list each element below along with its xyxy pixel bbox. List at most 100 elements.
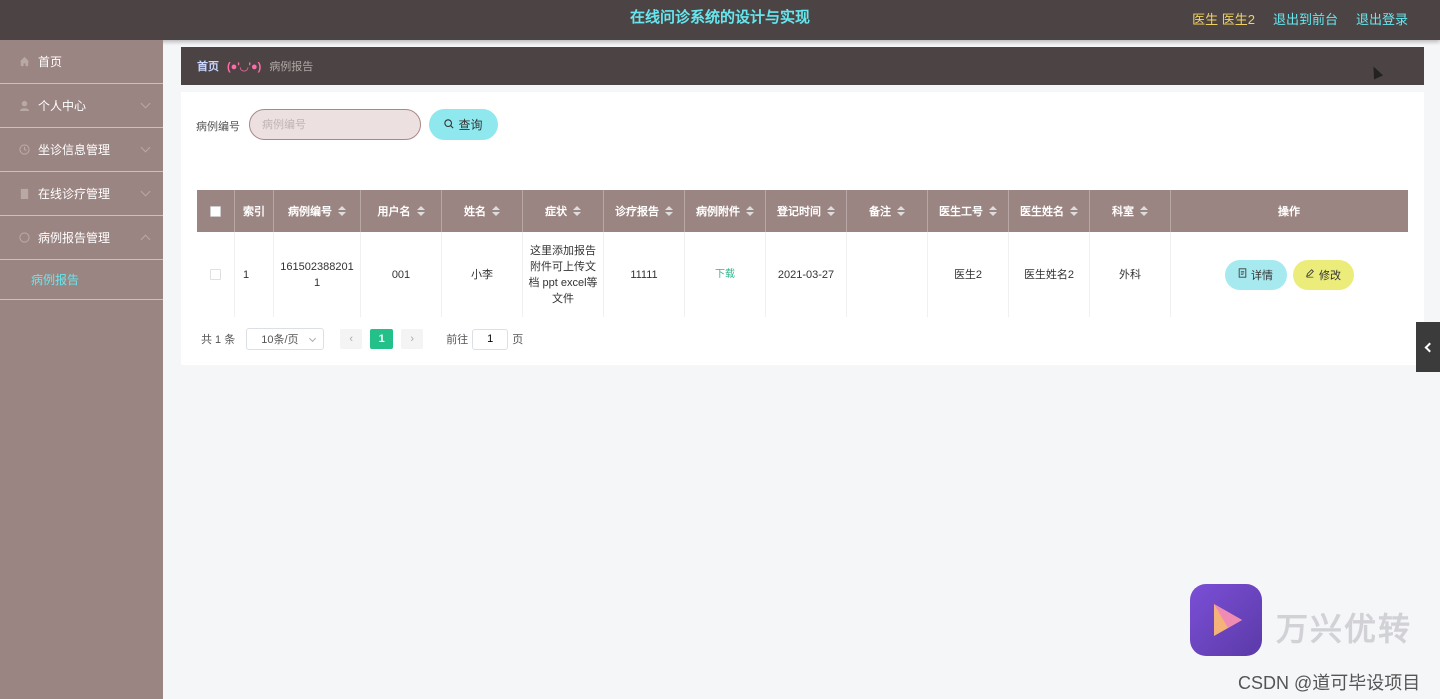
col-header-reg-time[interactable]: 登记时间 xyxy=(766,190,847,232)
sidebar-subitem-case-report[interactable]: 病例报告 xyxy=(0,260,163,300)
sidebar-item-personal-center[interactable]: 个人中心 xyxy=(0,84,163,128)
sidebar-item-online-treatment[interactable]: 在线诊疗管理 xyxy=(0,172,163,216)
collapse-panel-button[interactable] xyxy=(1416,322,1440,372)
col-header-label: 病例附件 xyxy=(696,206,740,218)
col-header-label: 科室 xyxy=(1112,206,1134,218)
sidebar-item-label: 首页 xyxy=(38,55,63,69)
chevron-up-icon xyxy=(140,234,151,245)
sort-icon[interactable] xyxy=(989,206,997,216)
col-header-label: 备注 xyxy=(869,206,891,218)
sort-icon[interactable] xyxy=(746,206,754,216)
sort-icon[interactable] xyxy=(1070,206,1078,216)
sort-icon[interactable] xyxy=(338,206,346,216)
chevron-down-icon xyxy=(140,142,151,153)
col-header-label: 医生姓名 xyxy=(1020,206,1064,218)
col-header-label: 登记时间 xyxy=(777,206,821,218)
page-size-select[interactable]: 10条/页 xyxy=(246,328,325,350)
select-all-checkbox[interactable] xyxy=(210,205,221,217)
col-header-label: 姓名 xyxy=(464,206,486,218)
back-to-front-link[interactable]: 退出到前台 xyxy=(1273,9,1338,28)
case-report-table: 索引 病例编号 用户名 姓名 症状 诊疗报告 病例附件 登记时间 备注 医生工号… xyxy=(197,190,1408,317)
sort-icon[interactable] xyxy=(827,206,835,216)
col-header-case-no[interactable]: 病例编号 xyxy=(274,190,361,232)
row-select-cell xyxy=(197,232,235,317)
row-checkbox[interactable] xyxy=(210,269,221,280)
download-link[interactable]: 下载 xyxy=(715,267,735,283)
top-navbar: 在线问诊系统的设计与实现 医生 医生2 退出到前台 退出登录 xyxy=(0,0,1440,40)
page-suffix: 页 xyxy=(512,334,524,346)
sort-icon[interactable] xyxy=(1140,206,1148,216)
circle-icon xyxy=(18,232,30,244)
col-header-report[interactable]: 诊疗报告 xyxy=(604,190,685,232)
cell-index: 1 xyxy=(235,232,274,317)
breadcrumb: 首页 (●'◡'●) 病例报告 xyxy=(181,47,1424,85)
table-body: 1 1615023882011 001 小李 这里添加报告 附件可上传文档 pp… xyxy=(197,232,1408,317)
col-header-doctor-name[interactable]: 医生姓名 xyxy=(1009,190,1090,232)
table-row: 1 1615023882011 001 小李 这里添加报告 附件可上传文档 pp… xyxy=(197,232,1408,317)
sidebar-item-consult-info[interactable]: 坐诊信息管理 xyxy=(0,128,163,172)
page-number-current[interactable]: 1 xyxy=(370,329,394,349)
col-header-attachment[interactable]: 病例附件 xyxy=(685,190,766,232)
sidebar-item-case-report-mgmt[interactable]: 病例报告管理 xyxy=(0,216,163,260)
cell-remark xyxy=(847,232,928,317)
table-header: 索引 病例编号 用户名 姓名 症状 诊疗报告 病例附件 登记时间 备注 医生工号… xyxy=(197,190,1408,232)
goto-page-input[interactable] xyxy=(472,328,509,350)
detail-button[interactable]: 详情 xyxy=(1224,259,1287,290)
col-header-username[interactable]: 用户名 xyxy=(361,190,442,232)
chevron-down-icon xyxy=(140,186,151,197)
chevron-down-icon xyxy=(309,334,317,343)
breadcrumb-separator: (●'◡'●) xyxy=(227,60,262,73)
cell-username: 001 xyxy=(361,232,442,317)
watermark-logo-icon xyxy=(1190,584,1262,656)
col-header-department[interactable]: 科室 xyxy=(1090,190,1171,232)
watermark-brand: 万兴优转 xyxy=(1276,611,1413,647)
search-label: 病例编号 xyxy=(196,121,240,133)
sort-icon[interactable] xyxy=(573,206,581,216)
breadcrumb-home[interactable]: 首页 xyxy=(197,58,219,74)
building-icon xyxy=(18,188,30,200)
csdn-watermark: CSDN @道可毕设项目 xyxy=(1238,673,1421,693)
col-header-remark[interactable]: 备注 xyxy=(847,190,928,232)
prev-page-button[interactable]: ‹ xyxy=(340,329,363,349)
chevron-left-icon xyxy=(1424,342,1435,352)
sidebar-item-label: 坐诊信息管理 xyxy=(38,143,111,157)
next-page-button[interactable]: › xyxy=(401,329,424,349)
case-number-input[interactable] xyxy=(249,109,421,140)
cell-doctor-name: 医生姓名2 xyxy=(1009,232,1090,317)
sidebar-item-home[interactable]: 首页 xyxy=(0,40,163,84)
query-button[interactable]: 查询 xyxy=(429,109,498,140)
col-header-index: 索引 xyxy=(235,190,274,232)
sort-icon[interactable] xyxy=(416,206,425,216)
cell-report: 11111 xyxy=(604,232,685,317)
goto-label: 前往 xyxy=(446,334,469,346)
search-icon xyxy=(444,118,455,132)
col-header-label: 索引 xyxy=(243,206,265,218)
chevron-left-icon: ‹ xyxy=(349,333,354,345)
sort-icon[interactable] xyxy=(897,206,905,216)
cell-reg-time: 2021-03-27 xyxy=(766,232,847,317)
cell-symptom: 这里添加报告 附件可上传文档 ppt excel等文件 xyxy=(523,232,604,317)
col-header-label: 诊疗报告 xyxy=(615,206,659,218)
sort-icon[interactable] xyxy=(665,206,673,216)
cell-actions: 详情 修改 xyxy=(1171,232,1407,317)
col-header-actions: 操作 xyxy=(1171,190,1407,232)
sidebar-item-label: 个人中心 xyxy=(38,99,87,113)
current-user-label: 医生 医生2 xyxy=(1192,11,1255,27)
sort-icon[interactable] xyxy=(492,206,500,216)
cell-name: 小李 xyxy=(442,232,523,317)
cell-doctor-no: 医生2 xyxy=(928,232,1009,317)
header-actions: 医生 医生2 退出到前台 退出登录 xyxy=(1192,0,1408,36)
home-icon xyxy=(18,56,30,68)
chevron-right-icon: › xyxy=(410,333,415,345)
chevron-down-icon xyxy=(140,98,151,109)
col-header-symptom[interactable]: 症状 xyxy=(523,190,604,232)
detail-button-label: 详情 xyxy=(1251,269,1273,282)
pagination-total: 共 1 条 xyxy=(201,334,236,346)
col-header-label: 操作 xyxy=(1278,206,1300,218)
col-header-name[interactable]: 姓名 xyxy=(442,190,523,232)
col-header-doctor-no[interactable]: 医生工号 xyxy=(928,190,1009,232)
page-size-value: 10条/页 xyxy=(261,334,299,346)
logout-link[interactable]: 退出登录 xyxy=(1356,9,1408,28)
edit-button[interactable]: 修改 xyxy=(1292,259,1354,290)
select-all-cell xyxy=(197,190,235,232)
